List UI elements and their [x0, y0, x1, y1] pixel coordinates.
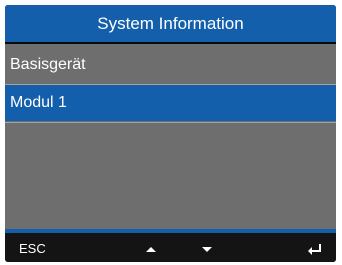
softkey-bar: ESC — [5, 233, 336, 262]
device-display: System Information Basisgerät Modul 1 ES… — [5, 5, 336, 262]
esc-button[interactable]: ESC — [19, 233, 46, 262]
enter-button[interactable] — [307, 233, 323, 262]
arrow-down-icon — [202, 247, 212, 252]
menu-list: Basisgerät Modul 1 — [5, 44, 336, 229]
menu-item-modul-1[interactable]: Modul 1 — [5, 85, 336, 121]
down-button[interactable] — [199, 233, 215, 262]
menu-divider — [5, 122, 336, 123]
up-button[interactable] — [143, 233, 159, 262]
screen-title: System Information — [5, 5, 336, 42]
enter-return-icon — [308, 244, 321, 255]
arrow-up-icon — [146, 247, 156, 252]
menu-item-basisgeraet[interactable]: Basisgerät — [5, 47, 336, 83]
